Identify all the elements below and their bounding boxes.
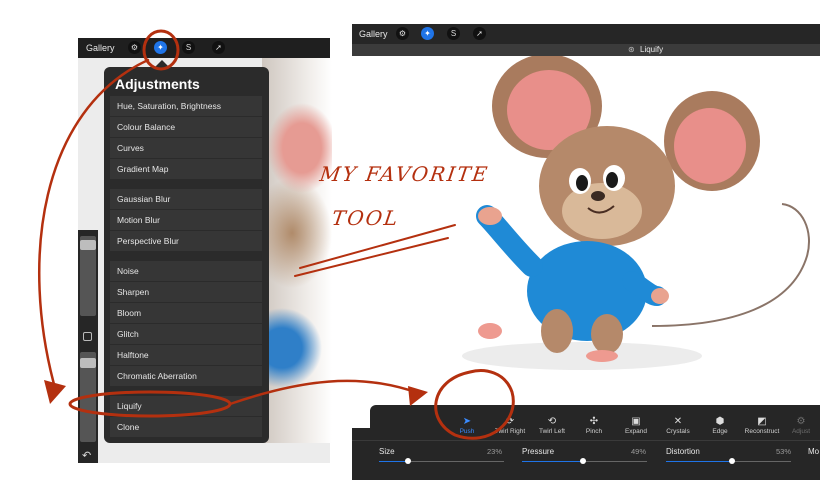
tool-twirl-right[interactable]: ⟳ Twirl Right [488,415,532,435]
tool-expand-label: Expand [624,428,648,435]
adj-item-chromatic-aberration[interactable]: Chromatic Aberration [110,366,262,386]
mouse-artwork-partial [262,58,332,443]
tool-crystals-label: Crystals [666,428,690,435]
tool-twirl-left[interactable]: ⟲ Twirl Left [530,415,574,435]
momentum-label: Mo [808,447,820,456]
adjust-icon: ⚙ [796,416,806,427]
liquify-mode-icon: ⊛ [628,45,635,54]
liquify-mode-title: Liquify [640,45,664,54]
tool-crystals[interactable]: ✕ Crystals [656,415,700,435]
adj-item-colour-balance[interactable]: Colour Balance [110,117,262,137]
adj-item-curves[interactable]: Curves [110,138,262,158]
size-value: 23% [487,447,503,456]
undo-icon[interactable]: ↶ [82,449,91,462]
adj-item-clone[interactable]: Clone [110,417,262,437]
left-top-toolbar [78,38,330,58]
tool-adjust-label: Adjust [791,428,811,435]
size-slider-knob[interactable] [404,458,411,464]
tool-twirl-right-label: Twirl Right [494,428,526,435]
tool-pinch[interactable]: ✣ Pinch [572,415,616,435]
arrowhead-left [44,380,66,404]
adj-item-glitch[interactable]: Glitch [110,324,262,344]
adj-item-perspective-blur[interactable]: Perspective Blur [110,231,262,251]
crystals-icon: ✕ [673,416,683,427]
brush-opacity-knob[interactable] [80,358,96,368]
adj-item-gaussian-blur[interactable]: Gaussian Blur [110,189,262,209]
tool-edge[interactable]: ⬢ Edge [698,415,742,435]
pressure-slider-fill [522,461,584,462]
mode-bar [352,44,820,56]
adj-item-halftone[interactable]: Halftone [110,345,262,365]
tool-push-label: Push [459,428,475,435]
annotation-text-line1: MY FAVORITE [318,162,491,186]
panel-divider [352,440,820,441]
pressure-value: 49% [631,447,647,456]
mouse-illustration [462,56,810,370]
distortion-slider-fill [666,461,733,462]
distortion-label: Distortion [666,447,700,456]
pinch-icon: ✣ [589,416,599,427]
wrench-icon[interactable]: ⚙ [128,41,141,54]
magic-wand-icon[interactable]: ✦ [421,27,434,40]
tool-pinch-label: Pinch [585,428,603,435]
modify-button[interactable] [83,332,92,341]
distortion-value: 53% [776,447,792,456]
adj-item-hue-saturation-brightness[interactable]: Hue, Saturation, Brightness [110,96,262,116]
adj-item-gradient-map[interactable]: Gradient Map [110,159,262,179]
adj-item-noise[interactable]: Noise [110,261,262,281]
selection-icon[interactable]: S [182,41,195,54]
twirl-left-icon: ⟲ [547,416,557,427]
tool-expand[interactable]: ▣ Expand [614,415,658,435]
size-label: Size [379,447,395,456]
transform-arrow-icon[interactable]: ➚ [212,41,225,54]
adj-item-liquify[interactable]: Liquify [110,396,262,416]
gallery-button-right[interactable]: Gallery [359,29,388,39]
wrench-icon[interactable]: ⚙ [396,27,409,40]
tool-reconstruct-label: Reconstruct [744,428,780,435]
tool-push[interactable]: ➤ Push [445,415,489,435]
tool-twirl-left-label: Twirl Left [538,428,565,435]
tool-edge-label: Edge [712,428,728,435]
brush-size-knob[interactable] [80,240,96,250]
pressure-label: Pressure [522,447,555,456]
adj-item-sharpen[interactable]: Sharpen [110,282,262,302]
magic-wand-icon[interactable]: ✦ [154,41,167,54]
size-slider-fill [379,461,408,462]
twirl-right-icon: ⟳ [505,416,515,427]
annotation-text-line2: TOOL [330,206,402,230]
adjustments-title: Adjustments [115,76,200,92]
tool-reconstruct[interactable]: ◩ Reconstruct [740,415,784,435]
gallery-button[interactable]: Gallery [86,43,115,53]
edge-icon: ⬢ [715,416,725,427]
selection-icon[interactable]: S [447,27,460,40]
adj-item-bloom[interactable]: Bloom [110,303,262,323]
push-icon: ➤ [462,416,472,427]
expand-icon: ▣ [631,416,641,427]
transform-arrow-icon[interactable]: ➚ [473,27,486,40]
tool-adjust[interactable]: ⚙ Adjust [782,415,820,435]
adj-item-motion-blur[interactable]: Motion Blur [110,210,262,230]
reconstruct-icon: ◩ [757,416,767,427]
